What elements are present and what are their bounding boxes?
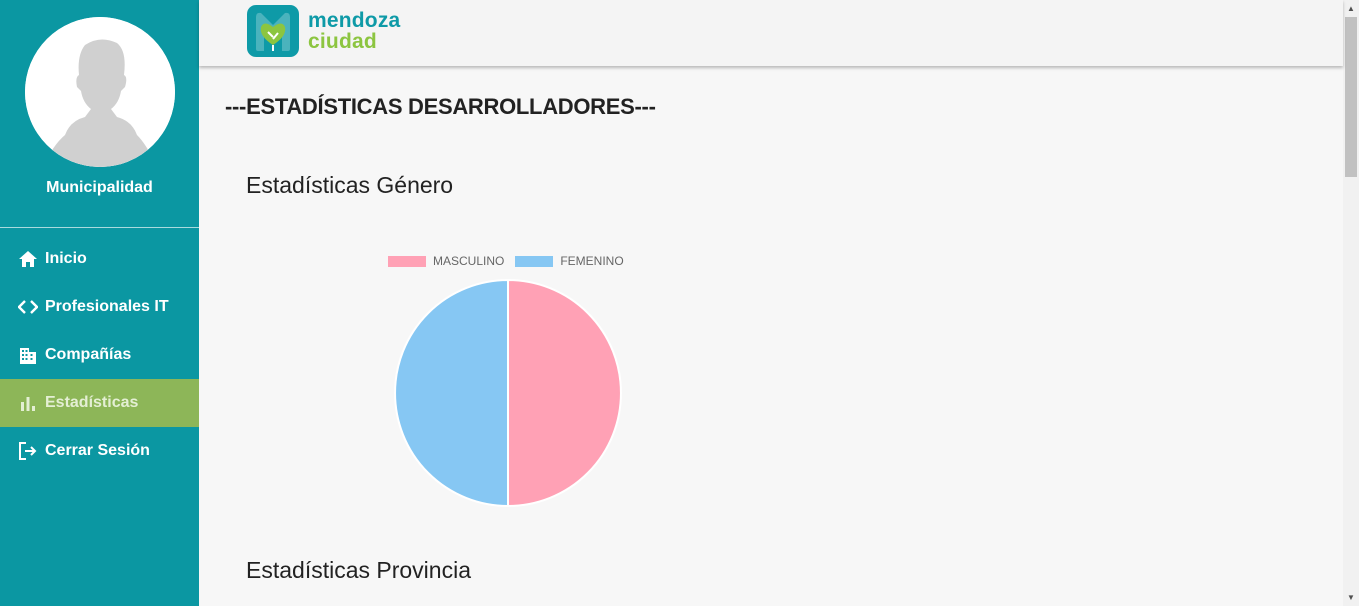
- legend-label-femenino: FEMENINO: [560, 254, 624, 268]
- user-silhouette-icon: [25, 17, 175, 167]
- sidebar-divider: [0, 227, 199, 228]
- sidebar-item-estadisticas[interactable]: Estadísticas: [0, 379, 199, 427]
- sidebar-item-label: Cerrar Sesión: [45, 442, 150, 459]
- chart-legend: MASCULINO FEMENINO: [388, 254, 635, 268]
- mendoza-logo[interactable]: mendoza ciudad: [247, 5, 400, 57]
- scroll-down-arrow-icon[interactable]: ▼: [1343, 589, 1359, 606]
- org-name: Municipalidad: [46, 179, 153, 196]
- sidebar-item-cerrar-sesion[interactable]: Cerrar Sesión: [0, 427, 199, 475]
- bar-chart-icon: [18, 393, 38, 413]
- sidebar-item-profesionales[interactable]: Profesionales IT: [0, 283, 199, 331]
- sidebar-item-label: Estadísticas: [45, 394, 139, 411]
- logo-line-ciudad: ciudad: [308, 30, 377, 53]
- pie-slice-masculino[interactable]: [507, 278, 622, 508]
- sidebar-item-label: Profesionales IT: [45, 298, 169, 315]
- logo-text: mendoza ciudad: [308, 10, 400, 52]
- gender-section-title: Estadísticas Género: [246, 172, 454, 198]
- sidebar-item-inicio[interactable]: Inicio: [0, 235, 199, 283]
- sidebar-item-label: Compañías: [45, 346, 132, 363]
- main-content: ---ESTADÍSTICAS DESARROLLADORES--- Estad…: [199, 66, 1343, 606]
- scroll-up-arrow-icon[interactable]: ▲: [1343, 0, 1359, 17]
- scrollbar-thumb[interactable]: [1345, 17, 1357, 177]
- sidebar-item-companias[interactable]: Compañías: [0, 331, 199, 379]
- building-icon: [18, 345, 38, 365]
- legend-swatch-masculino: [388, 255, 426, 267]
- sidebar-nav: Inicio Profesionales IT Compañías Estadí…: [0, 235, 199, 475]
- page-title: ---ESTADÍSTICAS DESARROLLADORES---: [225, 94, 656, 119]
- sidebar-item-label: Inicio: [45, 250, 87, 267]
- legend-item-masculino[interactable]: MASCULINO: [388, 254, 504, 268]
- avatar: [25, 17, 175, 167]
- code-icon: [18, 297, 38, 317]
- sidebar: Municipalidad Inicio Profesionales IT Co…: [0, 0, 199, 606]
- mendoza-logo-icon: [247, 5, 299, 57]
- vertical-scrollbar[interactable]: ▲ ▼: [1343, 0, 1359, 606]
- home-icon: [18, 249, 38, 269]
- legend-item-femenino[interactable]: FEMENINO: [515, 254, 624, 268]
- province-section-title: Estadísticas Provincia: [246, 557, 471, 583]
- logout-icon: [18, 441, 38, 461]
- gender-pie-chart: [394, 278, 622, 508]
- top-bar: mendoza ciudad: [199, 0, 1343, 66]
- legend-label-masculino: MASCULINO: [433, 254, 505, 268]
- legend-swatch-femenino: [515, 255, 554, 267]
- pie-slice-femenino[interactable]: [394, 278, 509, 508]
- logo-line-mendoza: mendoza: [308, 9, 401, 32]
